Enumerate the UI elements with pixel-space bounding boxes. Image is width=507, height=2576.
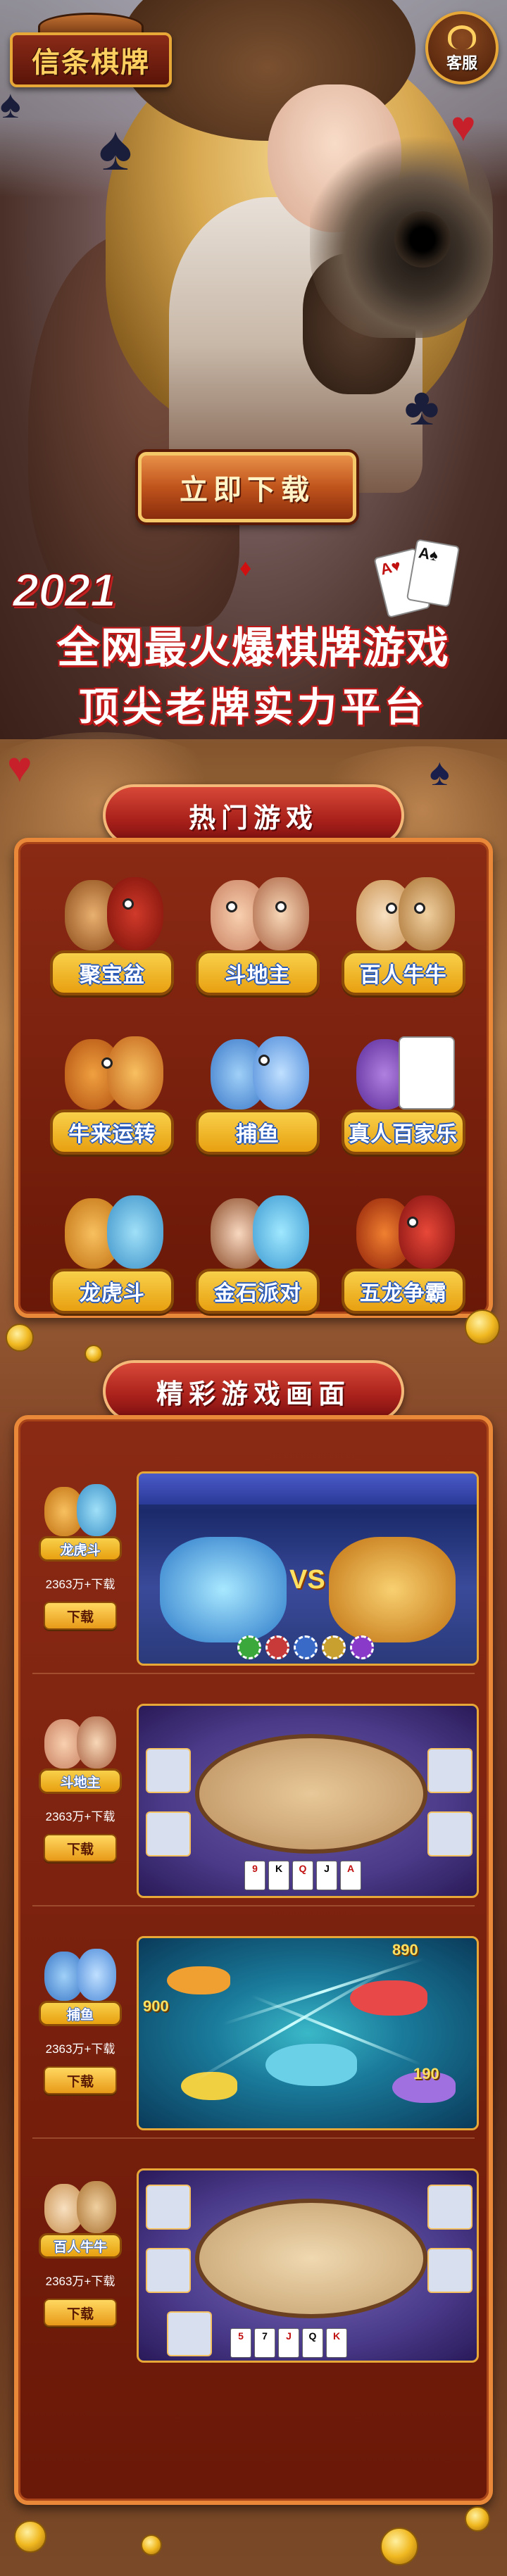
spade-icon: ♠	[99, 113, 132, 184]
spade-icon: ♠	[0, 82, 21, 126]
download-button[interactable]: 下载	[44, 2066, 117, 2094]
showcase-info: 斗地主 2363万+下载 下载	[28, 1711, 132, 1894]
game-label: 龙虎斗	[50, 1269, 175, 1314]
screenshot-dragon-tiger: VS	[137, 1471, 479, 1666]
game-label: 百人牛牛	[341, 950, 465, 995]
game-tile-jubaopen[interactable]: 聚宝盆	[39, 870, 185, 1008]
coin-icon	[141, 2534, 162, 2556]
hot-games-title: 热门游戏	[188, 803, 318, 834]
coin-icon	[380, 2527, 418, 2565]
customer-service-button[interactable]: 客服	[425, 11, 499, 84]
headset-icon	[448, 25, 476, 49]
game-label: 金石派对	[195, 1269, 320, 1314]
spade-icon: ♠	[430, 751, 450, 793]
dragon-tiger-icon	[42, 1478, 119, 1549]
hot-games-banner: 热门游戏	[103, 784, 404, 846]
brand-logo: 信条棋牌	[10, 13, 172, 90]
coin-icon	[6, 1324, 34, 1352]
score-number: 190	[413, 2065, 439, 2082]
slogan-subheadline: 顶尖老牌实力平台	[79, 685, 428, 729]
diamond-icon: ♦	[239, 555, 252, 582]
score-number: 890	[392, 1941, 418, 1959]
showcase-info: 百人牛牛 2363万+下载 下载	[28, 2175, 132, 2358]
screenshot-bull-table: 5 7 J Q K	[137, 2168, 479, 2363]
game-label: 牛来运转	[50, 1110, 175, 1155]
download-count: 2363万+下载	[45, 1578, 115, 1591]
row-divider	[32, 1905, 475, 1906]
showcase-panel: 龙虎斗 2363万+下载 下载 VS 斗地主 2363万+下载 下载 9 K Q…	[14, 1415, 493, 2505]
game-label: 真人百家乐	[341, 1110, 465, 1155]
slogan-year: 2021	[12, 563, 117, 617]
hot-games-grid: 聚宝盆 斗地主 百人牛牛 牛来运转 捕鱼 真人百家乐 龙虎斗 金石派对 五龙争霸	[39, 870, 476, 1326]
showcase-row-buyu: 捕鱼 2363万+下载 下载 900 890 190	[18, 1926, 489, 2137]
download-count: 2363万+下载	[45, 1810, 115, 1823]
download-button[interactable]: 下载	[44, 1834, 117, 1862]
game-tile-doudizhu[interactable]: 斗地主	[185, 870, 331, 1008]
row-divider	[32, 2137, 475, 2139]
game-tile-baccarat[interactable]: 真人百家乐	[330, 1029, 476, 1167]
game-label: 捕鱼	[195, 1110, 320, 1155]
download-count: 2363万+下载	[45, 2275, 115, 2288]
coin-icon	[84, 1345, 103, 1363]
game-tile-longhudou[interactable]: 龙虎斗	[39, 1188, 185, 1326]
game-tile-wulong-zhengba[interactable]: 五龙争霸	[330, 1188, 476, 1326]
spade-icon: ♣	[404, 377, 439, 436]
heart-icon: ♥	[451, 103, 476, 150]
score-number: 900	[143, 1997, 169, 2015]
vs-label: VS	[289, 1565, 325, 1595]
game-label: 斗地主	[195, 950, 320, 995]
download-count: 2363万+下载	[45, 2042, 115, 2056]
landlord-icon	[42, 1711, 119, 1781]
showcase-title: 精彩游戏画面	[156, 1379, 351, 1409]
service-label: 客服	[446, 54, 477, 72]
download-now-button[interactable]: 立即下载	[138, 452, 356, 522]
showcase-row-doudizhu: 斗地主 2363万+下载 下载 9 K Q J A	[18, 1694, 489, 1905]
screenshot-fishing: 900 890 190	[137, 1936, 479, 2130]
landing-page: ♠ ♠ ♥ ♣ ♦ 信条棋牌 客服 立即下载 A♥ A♠ 2021 全网最火爆棋…	[0, 0, 507, 2576]
game-tile-buyu[interactable]: 捕鱼	[185, 1029, 331, 1167]
showcase-row-longhudou: 龙虎斗 2363万+下载 下载 VS	[18, 1462, 489, 1673]
download-button[interactable]: 下载	[44, 1602, 117, 1630]
showcase-info: 龙虎斗 2363万+下载 下载	[28, 1478, 132, 1661]
coin-icon	[14, 2520, 46, 2553]
showcase-info: 捕鱼 2363万+下载 下载	[28, 1943, 132, 2126]
playing-cards-icon: A♥ A♠	[373, 539, 472, 620]
game-label: 聚宝盆	[50, 950, 175, 995]
showcase-banner: 精彩游戏画面	[103, 1360, 404, 1422]
fishing-icon	[42, 1943, 119, 2013]
game-tile-bairen-niuniu[interactable]: 百人牛牛	[330, 870, 476, 1008]
coin-icon	[465, 2506, 490, 2532]
download-button[interactable]: 下载	[44, 2299, 117, 2327]
game-label: 五龙争霸	[341, 1269, 465, 1314]
heart-icon: ♥	[7, 743, 32, 791]
hero-section: ♠ ♠ ♥ ♣ ♦ 信条棋牌 客服 立即下载 A♥ A♠ 2021 全网最火爆棋…	[0, 0, 507, 739]
hot-games-panel: 聚宝盆 斗地主 百人牛牛 牛来运转 捕鱼 真人百家乐 龙虎斗 金石派对 五龙争霸	[14, 838, 493, 1318]
game-tile-niulai-yunzhuan[interactable]: 牛来运转	[39, 1029, 185, 1167]
bull-icon	[42, 2175, 119, 2246]
slogan-headline: 全网最火爆棋牌游戏	[57, 624, 450, 672]
revolver-muzzle	[394, 211, 451, 268]
download-now-label: 立即下载	[180, 475, 315, 505]
coin-icon	[465, 1309, 500, 1345]
game-tile-jinshi-paidui[interactable]: 金石派对	[185, 1188, 331, 1326]
showcase-row-bairen-niuniu: 百人牛牛 2363万+下载 下载 5 7 J Q K	[18, 2159, 489, 2370]
logo-text: 信条棋牌	[32, 46, 150, 79]
row-divider	[32, 1673, 475, 1674]
logo-plate: 信条棋牌	[10, 32, 172, 87]
screenshot-card-table: 9 K Q J A	[137, 1704, 479, 1898]
